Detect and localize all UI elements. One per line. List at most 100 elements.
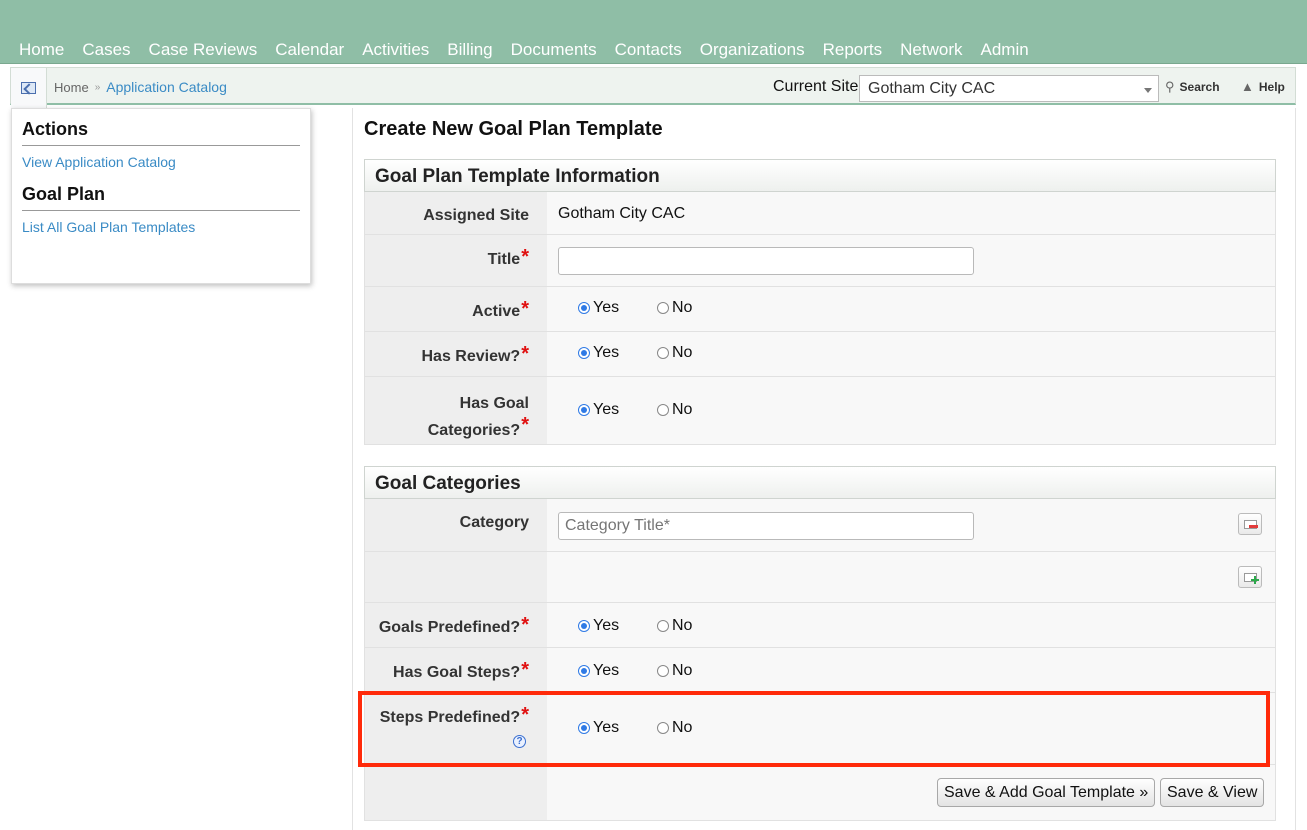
list-goal-plan-templates-link[interactable]: List All Goal Plan Templates [22, 219, 300, 235]
radio-no-label: No [672, 344, 693, 361]
collapse-sidebar-icon [21, 82, 36, 94]
highlight-annotation [358, 691, 1270, 767]
has-goal-categories-label-line1: Has Goal [459, 395, 529, 412]
title-label-text: Title [487, 251, 521, 268]
title-input[interactable] [558, 247, 974, 275]
current-site-label: Current Site [773, 78, 859, 95]
goals-predefined-yes-radio[interactable]: Yes [578, 617, 619, 635]
save-add-goal-template-button[interactable]: Save & Add Goal Template » [937, 778, 1156, 807]
radio-yes-label: Yes [593, 344, 620, 361]
nav-case-reviews[interactable]: Case Reviews [140, 40, 267, 60]
title-row: Title* [364, 235, 1276, 287]
has-goal-steps-label: Has Goal Steps?* [365, 648, 547, 692]
add-category-cell [547, 552, 1275, 602]
has-goal-categories-label: Has Goal Categories?* [365, 377, 547, 444]
category-label: Category [365, 499, 547, 551]
radio-no-label: No [672, 401, 693, 418]
save-view-button[interactable]: Save & View [1160, 778, 1265, 807]
breadcrumb: Home » Application Catalog [54, 79, 227, 95]
main-menu: Home Cases Case Reviews Calendar Activit… [10, 40, 1038, 60]
nav-cases[interactable]: Cases [73, 40, 139, 60]
search-button[interactable]: ⚲ Search [1165, 79, 1220, 95]
nav-network[interactable]: Network [891, 40, 971, 60]
assigned-site-label: Assigned Site [365, 192, 547, 234]
sidebar-actions-heading: Actions [22, 119, 300, 146]
active-label: Active* [365, 287, 547, 331]
radio-selected-icon [578, 404, 590, 416]
top-navigation-bar: Home Cases Case Reviews Calendar Activit… [0, 0, 1307, 64]
search-label: Search [1179, 80, 1220, 94]
breadcrumb-home[interactable]: Home [54, 80, 89, 95]
radio-unselected-icon [657, 347, 669, 359]
current-site-value: Gotham City CAC [868, 80, 996, 97]
active-cell: Yes No [547, 287, 1275, 331]
has-review-label: Has Review?* [365, 332, 547, 376]
goals-predefined-label-text: Goals Predefined? [378, 619, 521, 636]
sidebar-goal-plan-heading: Goal Plan [22, 184, 300, 211]
help-label: Help [1258, 79, 1285, 94]
category-title-input[interactable] [558, 512, 974, 540]
sidebar-toggle-button[interactable] [11, 68, 47, 108]
has-review-cell: Yes No [547, 332, 1275, 376]
radio-yes-label: Yes [593, 401, 620, 418]
nav-home[interactable]: Home [10, 40, 73, 60]
has-review-label-text: Has Review? [421, 348, 521, 365]
radio-yes-label: Yes [593, 617, 620, 634]
plus-icon [1251, 576, 1259, 584]
has-goal-steps-no-radio[interactable]: No [657, 662, 692, 680]
view-application-catalog-link[interactable]: View Application Catalog [22, 154, 300, 170]
has-review-yes-radio[interactable]: Yes [578, 344, 619, 362]
nav-billing[interactable]: Billing [438, 40, 501, 60]
radio-yes-label: Yes [593, 662, 620, 679]
nav-calendar[interactable]: Calendar [266, 40, 353, 60]
sidebar-panel: Actions View Application Catalog Goal Pl… [11, 108, 311, 284]
goals-predefined-label: Goals Predefined?* [365, 603, 547, 647]
page-title: Create New Goal Plan Template [364, 118, 663, 140]
active-no-radio[interactable]: No [657, 299, 692, 317]
nav-activities[interactable]: Activities [353, 40, 438, 60]
goal-categories-header: Goal Categories [364, 466, 1276, 499]
radio-unselected-icon [657, 620, 669, 632]
magnifier-icon: ⚲ [1165, 79, 1175, 94]
add-category-row [364, 552, 1276, 603]
add-category-label-cell [365, 552, 547, 602]
required-marker: * [521, 614, 529, 636]
assigned-site-cell: Gotham City CAC [547, 192, 1275, 234]
nav-contacts[interactable]: Contacts [606, 40, 691, 60]
assigned-site-row: Assigned Site Gotham City CAC [364, 192, 1276, 235]
radio-no-label: No [672, 299, 693, 316]
remove-category-button[interactable] [1238, 513, 1262, 535]
goals-predefined-no-radio[interactable]: No [657, 617, 692, 635]
help-button[interactable]: ▲ Help [1241, 79, 1285, 94]
has-review-no-radio[interactable]: No [657, 344, 692, 362]
radio-no-label: No [672, 662, 693, 679]
active-yes-radio[interactable]: Yes [578, 299, 619, 317]
help-hat-icon: ▲ [1241, 79, 1254, 94]
has-goal-categories-row: Has Goal Categories?* Yes No [364, 377, 1276, 445]
radio-selected-icon [578, 620, 590, 632]
radio-selected-icon [578, 347, 590, 359]
breadcrumb-bar: Home » Application Catalog Current Site … [10, 67, 1296, 108]
radio-no-label: No [672, 617, 693, 634]
has-goal-categories-label-text: Categories? [427, 422, 521, 439]
required-marker: * [521, 246, 529, 268]
has-goal-steps-yes-radio[interactable]: Yes [578, 662, 619, 680]
nav-organizations[interactable]: Organizations [691, 40, 814, 60]
add-category-button[interactable] [1238, 566, 1262, 588]
breadcrumb-application-catalog[interactable]: Application Catalog [106, 79, 227, 95]
has-goal-categories-yes-radio[interactable]: Yes [578, 401, 619, 419]
current-site-select[interactable]: Gotham City CAC [859, 75, 1159, 102]
nav-admin[interactable]: Admin [972, 40, 1038, 60]
nav-documents[interactable]: Documents [502, 40, 606, 60]
radio-yes-label: Yes [593, 299, 620, 316]
has-goal-categories-no-radio[interactable]: No [657, 401, 692, 419]
nav-reports[interactable]: Reports [814, 40, 892, 60]
required-marker: * [521, 414, 529, 436]
has-goal-steps-row: Has Goal Steps?* Yes No [364, 648, 1276, 693]
required-marker: * [521, 343, 529, 365]
has-goal-categories-label-line2: Categories?* [365, 414, 529, 444]
required-marker: * [521, 298, 529, 320]
radio-unselected-icon [657, 404, 669, 416]
goals-predefined-cell: Yes No [547, 603, 1275, 647]
active-label-text: Active [472, 303, 521, 320]
